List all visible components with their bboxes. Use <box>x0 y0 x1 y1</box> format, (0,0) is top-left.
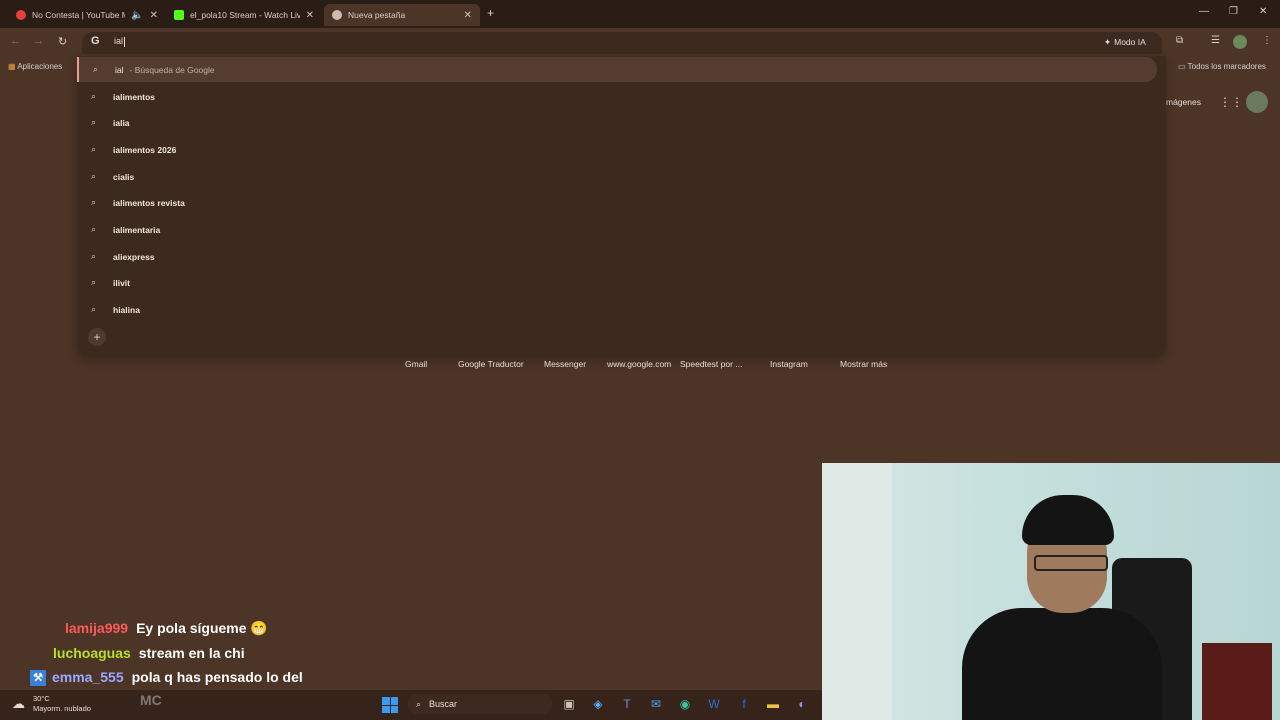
sparkle-icon: ✦ <box>1104 36 1112 47</box>
forward-icon[interactable]: → <box>33 35 44 47</box>
search-icon: ⌕ <box>91 304 97 314</box>
word-icon[interactable]: W <box>706 696 722 712</box>
search-icon: ⌕ <box>91 251 97 261</box>
webcam-person-torso <box>962 608 1162 720</box>
tab-title: No Contesta | YouTube Mu <box>32 10 126 20</box>
discord-icon[interactable]: ◐ <box>794 696 810 712</box>
menu-icon[interactable]: ⋮ <box>1262 35 1272 46</box>
close-icon[interactable]: ✕ <box>150 10 158 21</box>
shortcut-google-com[interactable]: www.google.com <box>607 359 671 369</box>
suggestion-item[interactable]: ⌕ ilivit <box>77 270 1157 295</box>
webcam-red-object <box>1202 643 1272 720</box>
shortcut-google-traductor[interactable]: Google Traductor <box>458 359 524 369</box>
suggestion-item[interactable]: ⌕ ialimentaria <box>77 217 1157 242</box>
reload-icon[interactable]: ↻ <box>58 35 67 48</box>
youtube-music-icon <box>16 10 26 20</box>
kick-icon <box>174 10 184 20</box>
suggestion-item[interactable]: ⌕ ialimentos 2026 <box>77 137 1157 162</box>
suggestion-item[interactable]: ⌕ cialis <box>77 164 1157 189</box>
shortcut-messenger[interactable]: Messenger <box>544 359 586 369</box>
shortcut-speedtest[interactable]: Speedtest por ... <box>680 359 742 369</box>
account-avatar[interactable] <box>1246 91 1268 113</box>
suggestion-item[interactable]: ⌕ ialimentos <box>77 84 1157 109</box>
address-bar[interactable] <box>82 32 1162 54</box>
mode-ia-button[interactable]: ✦ Modo IA <box>1098 34 1152 50</box>
address-input[interactable]: ial <box>114 36 126 47</box>
close-icon[interactable]: ✕ <box>306 10 314 21</box>
tab-search-icon[interactable]: ☰ <box>1211 35 1220 46</box>
search-icon: ⌕ <box>91 117 97 127</box>
chat-message: luchoaguas stream en la chi <box>53 645 245 661</box>
search-icon: ⌕ <box>91 91 97 101</box>
minimize-icon[interactable]: — <box>1199 6 1209 17</box>
weather-widget[interactable]: 30°C Mayorm. nublado <box>33 694 91 714</box>
webcam-background-door <box>822 463 892 720</box>
search-icon: ⌕ <box>91 197 97 207</box>
edge-icon[interactable]: ◉ <box>677 696 693 712</box>
back-icon[interactable]: ← <box>10 35 21 47</box>
tab-kick-stream[interactable]: el_pola10 Stream - Watch Live ✕ <box>166 4 322 26</box>
search-icon: ⌕ <box>91 277 97 287</box>
search-icon: ⌕ <box>416 698 422 709</box>
bookmark-apps[interactable]: ▦ Aplicaciones <box>8 62 62 71</box>
chrome-icon <box>332 10 342 20</box>
speaker-icon[interactable]: 🔈 <box>131 10 143 21</box>
chat-text: Ey pola sígueme 😁 <box>136 620 268 636</box>
windows-start-icon[interactable] <box>382 697 398 713</box>
chat-text: stream en la chi <box>138 645 245 661</box>
webcam-person-hair <box>1022 495 1114 545</box>
suggestion-item[interactable]: ⌕ aliexpress <box>77 244 1157 269</box>
chat-username: luchoaguas <box>53 645 131 661</box>
webcam-overlay <box>822 463 1280 720</box>
search-icon: ⌕ <box>91 224 97 234</box>
webcam-person-glasses <box>1034 555 1108 571</box>
chat-message: lamija999 Ey pola sígueme 😁 <box>65 620 268 637</box>
taskbar-search[interactable]: ⌕ Buscar <box>408 694 552 714</box>
chat-username: lamija999 <box>65 620 129 636</box>
copilot-icon[interactable]: ◈ <box>590 696 606 712</box>
restore-icon[interactable]: ❐ <box>1229 6 1238 17</box>
suggestion-item[interactable]: ⌕ ialimentos revista <box>77 190 1157 215</box>
cloud-icon: ☁ <box>12 696 25 711</box>
suggestion-item[interactable]: ⌕ ial - Búsqueda de Google <box>77 57 1157 82</box>
shortcut-instagram[interactable]: Instagram <box>770 359 808 369</box>
tab-new-tab[interactable]: Nueva pestaña ✕ <box>324 4 480 26</box>
add-button[interactable]: + <box>88 328 106 346</box>
chat-badge-icon: ⚒ <box>30 670 46 687</box>
facebook-icon[interactable]: f <box>736 696 752 712</box>
tab-title: Nueva pestaña <box>348 10 406 20</box>
chat-message: ⚒ emma_555 pola q has pensado lo del <box>30 669 303 687</box>
close-icon[interactable]: ✕ <box>464 10 472 21</box>
google-icon: G <box>91 35 100 47</box>
suggestion-item[interactable]: ⌕ ialia <box>77 110 1157 135</box>
chat-username: emma_555 <box>52 669 124 685</box>
tab-youtube-music[interactable]: No Contesta | YouTube Mu 🔈 ✕ <box>8 4 166 26</box>
search-icon: ⌕ <box>91 171 97 181</box>
mail-icon[interactable]: ✉ <box>648 696 664 712</box>
close-window-icon[interactable]: ✕ <box>1259 6 1267 17</box>
shortcut-show-more[interactable]: Mostrar más <box>840 359 887 369</box>
teams-icon[interactable]: T <box>619 696 635 712</box>
new-tab-button[interactable]: + <box>487 6 494 20</box>
apps-grid-icon: ▦ <box>8 62 16 71</box>
task-view-icon[interactable]: ▣ <box>561 696 577 712</box>
profile-avatar[interactable] <box>1233 35 1247 49</box>
images-link[interactable]: mágenes <box>1166 97 1201 107</box>
search-icon: ⌕ <box>93 64 99 74</box>
all-bookmarks[interactable]: ▭ Todos los marcadores <box>1178 62 1266 71</box>
search-icon: ⌕ <box>91 144 97 154</box>
shortcut-gmail[interactable]: Gmail <box>405 359 427 369</box>
folder-icon: ▭ <box>1178 62 1186 71</box>
tab-title: el_pola10 Stream - Watch Live <box>190 10 300 20</box>
chat-text: pola q has pensado lo del <box>131 669 303 685</box>
suggestion-item[interactable]: ⌕ hialina <box>77 297 1157 322</box>
file-explorer-icon[interactable]: ▬ <box>765 696 781 712</box>
extensions-icon[interactable]: ⧉ <box>1176 35 1183 46</box>
